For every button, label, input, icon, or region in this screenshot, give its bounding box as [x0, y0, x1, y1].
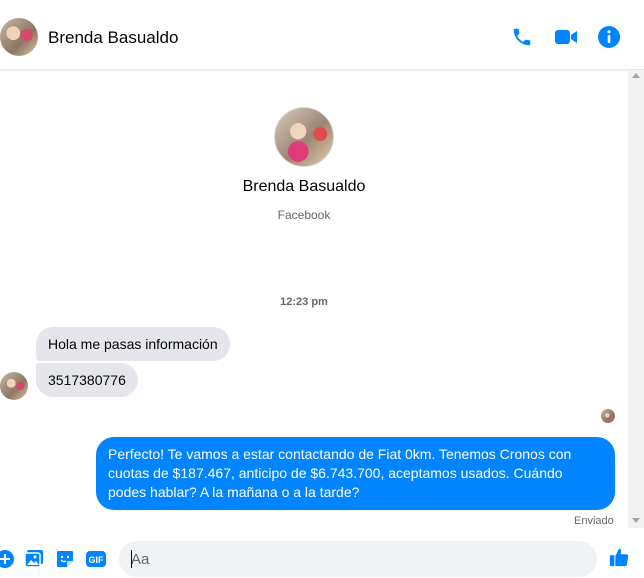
outgoing-message[interactable]: Perfecto! Te vamos a estar contactando d… [96, 437, 615, 510]
svg-text:GIF: GIF [89, 555, 105, 565]
contact-avatar[interactable] [0, 18, 38, 56]
text-caret [131, 550, 132, 568]
profile-name: Brenda Basualdo [242, 178, 366, 195]
incoming-message[interactable]: 3517380776 [36, 363, 138, 397]
thumbs-up-icon[interactable] [608, 546, 630, 568]
video-camera-icon[interactable] [554, 25, 578, 49]
contact-name[interactable]: Brenda Basualdo [48, 28, 178, 48]
seen-indicator-avatar [601, 409, 615, 423]
profile-source: Facebook [277, 208, 331, 222]
conversation-header: Brenda Basualdo [0, 0, 644, 70]
gif-icon[interactable]: GIF [85, 548, 107, 570]
sender-avatar[interactable] [0, 372, 28, 400]
profile-avatar[interactable] [274, 107, 334, 167]
image-icon[interactable] [23, 548, 45, 570]
sticker-icon[interactable] [54, 548, 76, 570]
sent-status: Enviado [574, 515, 614, 527]
info-icon[interactable] [597, 25, 621, 49]
phone-icon[interactable] [510, 25, 534, 49]
message-input[interactable] [119, 541, 597, 577]
message-timestamp: 12:23 pm [280, 296, 328, 308]
incoming-message[interactable]: Hola me pasas información [36, 327, 230, 361]
plus-icon[interactable] [0, 548, 16, 570]
